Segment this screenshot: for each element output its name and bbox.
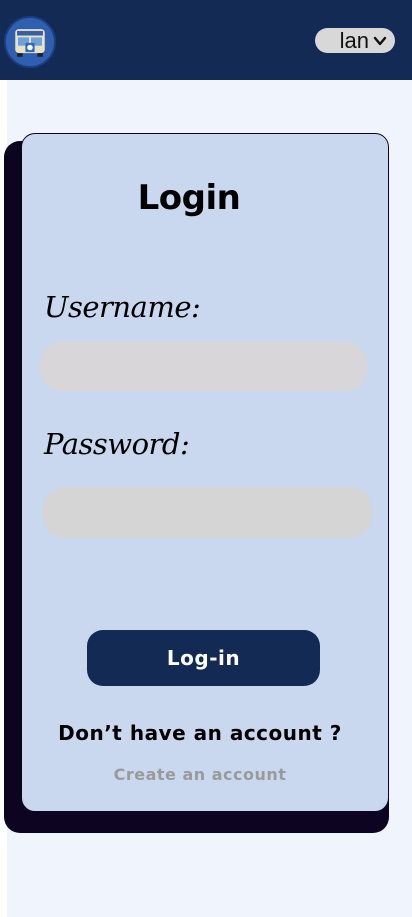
bus-logo-graphic [6,18,54,66]
password-label: Password: [44,427,190,461]
create-account-link[interactable]: Create an account [22,765,378,784]
username-field[interactable] [40,342,367,391]
password-field[interactable] [43,487,372,538]
bus-logo-icon[interactable] [4,16,56,68]
login-card: Login Username: Password: Log-in Don’t h… [21,133,389,812]
top-bar: lan [0,0,412,80]
no-account-text: Don’t have an account ? [58,721,342,745]
language-select-value: lan [339,27,369,53]
chevron-down-icon [373,36,387,45]
language-select[interactable]: lan [315,28,395,53]
username-label: Username: [44,290,201,324]
page-title: Login [137,178,241,218]
login-button[interactable]: Log-in [87,630,320,686]
